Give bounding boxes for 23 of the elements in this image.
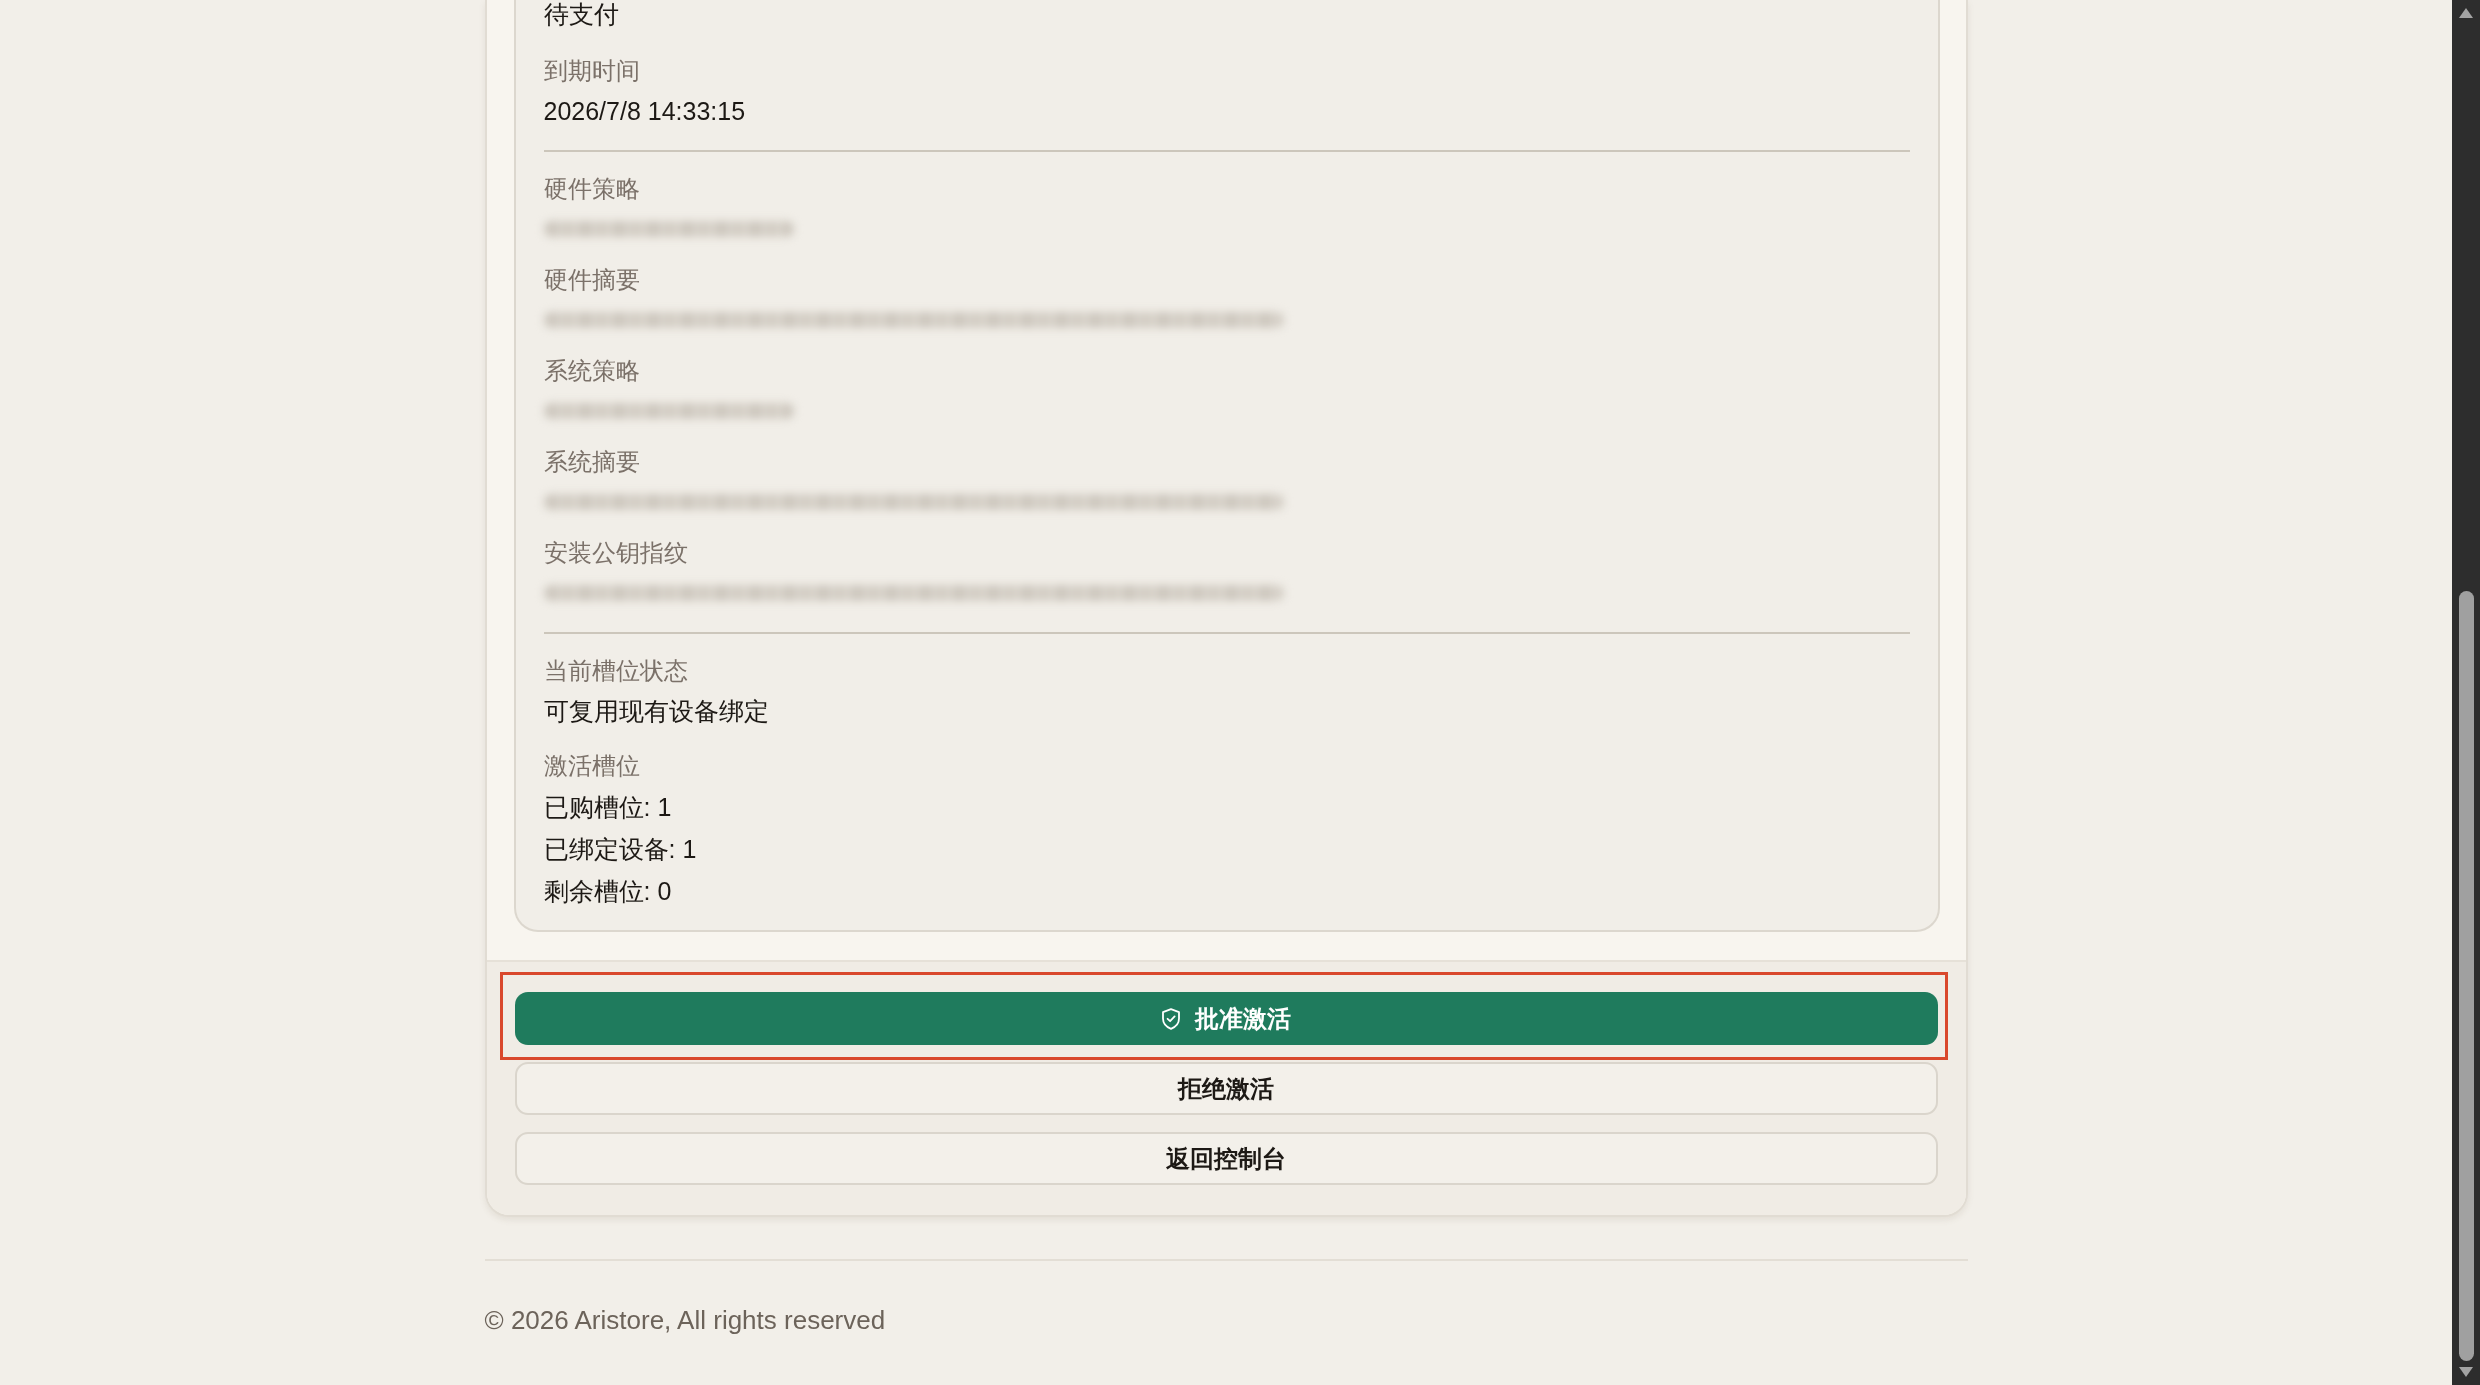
outline-button[interactable]: 拒绝激活 xyxy=(514,1062,1938,1115)
scrollbar-thumb[interactable] xyxy=(2458,591,2474,1361)
slot-count-text: 已购槽位: 1 xyxy=(543,792,673,823)
field-label: 系统摘要 xyxy=(543,447,641,477)
outline-button[interactable]: 返回控制台 xyxy=(514,1132,1938,1185)
field-value: 2026/7/8 14:33:15 xyxy=(543,96,747,127)
field-label: 硬件策略 xyxy=(543,174,641,204)
field-label: 激活槽位 xyxy=(543,751,641,781)
field-label: 当前槽位状态 xyxy=(543,656,689,686)
field-label: 硬件摘要 xyxy=(543,265,641,295)
field-label: 安装公钥指纹 xyxy=(543,538,689,568)
scroll-down-arrow-icon[interactable] xyxy=(2459,1367,2473,1377)
field-value: 可复用现有设备绑定 xyxy=(543,696,770,727)
field-label: 到期时间 xyxy=(543,56,641,86)
field-value: 待支付 xyxy=(543,0,620,30)
field-label: 系统策略 xyxy=(543,356,641,386)
slot-count-text: 剩余槽位: 0 xyxy=(543,876,673,907)
scrollbar[interactable] xyxy=(2452,0,2480,1385)
scroll-up-arrow-icon[interactable] xyxy=(2459,8,2473,18)
shield-check-icon xyxy=(1161,1007,1181,1030)
slot-count-text: 已绑定设备: 1 xyxy=(543,834,698,865)
primary-button[interactable]: 批准激活 xyxy=(514,992,1938,1045)
copyright-text: © 2026 Aristore, All rights reserved xyxy=(484,1304,887,1337)
